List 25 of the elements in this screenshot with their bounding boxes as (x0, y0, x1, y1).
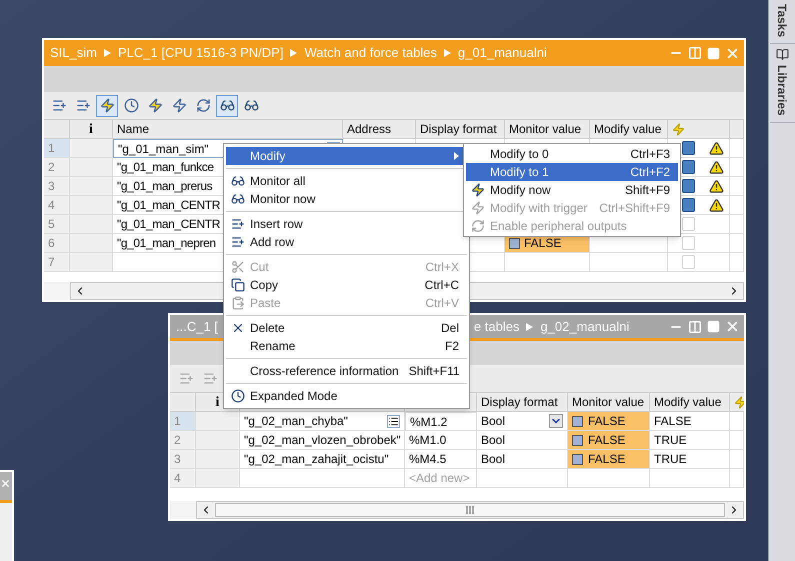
row-number: 3 (44, 177, 70, 196)
column-header: Modify value (590, 120, 668, 139)
row-number: 1 (44, 139, 70, 158)
column-header: i (70, 120, 113, 139)
row-number: 1 (170, 412, 196, 431)
column-header: Modify value (650, 393, 730, 412)
row-number: 4 (44, 196, 70, 215)
column-header: Monitor value (568, 393, 650, 412)
window-title: ...C_1 [ (176, 318, 218, 336)
row-number: 7 (44, 253, 70, 272)
row-number: 3 (170, 450, 196, 469)
row-number: 6 (44, 234, 70, 253)
table-cell: FALSE (568, 450, 650, 469)
table-cell: FALSE (568, 412, 650, 431)
table-cell: FALSE (568, 431, 650, 450)
row-number: 5 (44, 215, 70, 234)
row-number: 2 (44, 158, 70, 177)
column-header: Display format (477, 393, 568, 412)
column-header: Address (343, 120, 416, 139)
row-number: 4 (170, 469, 196, 488)
column-header: Display format (416, 120, 505, 139)
column-header: Monitor value (505, 120, 590, 139)
table-cell: %M1.2 (405, 412, 477, 431)
row-number: 2 (170, 431, 196, 450)
column-header: Name (113, 120, 343, 139)
